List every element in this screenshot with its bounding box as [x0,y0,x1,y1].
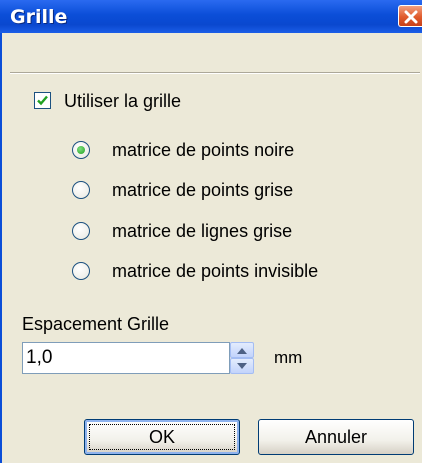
use-grid-checkbox[interactable] [34,92,51,109]
checkmark-icon [37,95,48,106]
radio-label-black-dot-matrix[interactable]: matrice de points noire [112,140,294,161]
radio-invisible-dot-matrix[interactable] [72,262,90,280]
radio-black-dot-matrix[interactable] [72,141,90,159]
radio-label-gray-line-matrix[interactable]: matrice de lignes grise [112,221,292,242]
grid-spacing-label: Espacement Grille [22,314,170,334]
radio-gray-dot-matrix[interactable] [72,181,90,199]
unit-label: mm [274,348,303,367]
spin-up-button[interactable] [230,342,254,358]
radio-label-gray-dot-matrix[interactable]: matrice de points grise [112,180,293,201]
radio-gray-line-matrix[interactable] [72,222,90,240]
use-grid-label[interactable]: Utiliser la grille [64,91,181,112]
cancel-button[interactable]: Annuler [258,419,414,455]
arrow-up-icon [237,348,247,354]
cancel-button-label: Annuler [304,427,368,447]
radio-label-invisible-dot-matrix[interactable]: matrice de points invisible [112,261,318,282]
close-icon [404,10,418,24]
grid-spacing-input[interactable]: 1,0 [22,342,230,374]
window-title: Grille [10,6,68,28]
title-bar[interactable]: Grille [0,0,422,33]
ok-button[interactable]: OK [84,419,240,455]
ok-button-label: OK [148,427,175,447]
separator-highlight [10,73,420,74]
spin-down-button[interactable] [230,358,254,374]
arrow-down-icon [237,363,247,369]
radio-selected-dot [77,146,85,154]
close-button[interactable] [398,5,422,27]
